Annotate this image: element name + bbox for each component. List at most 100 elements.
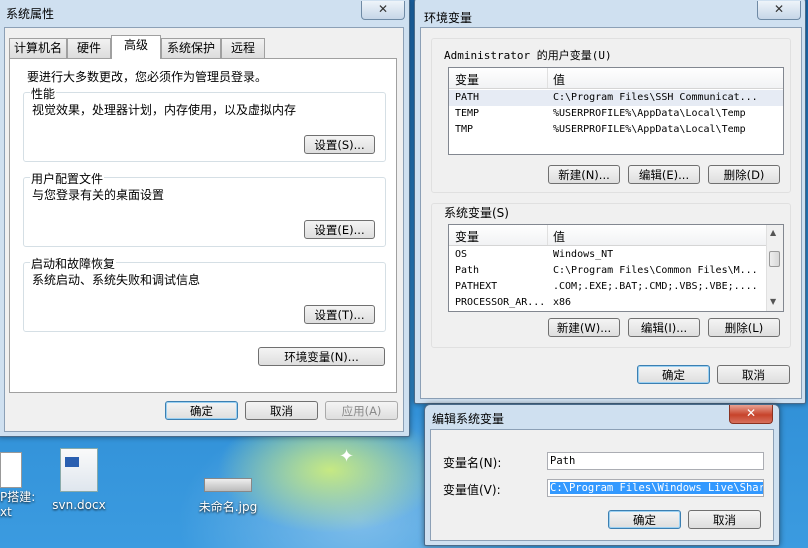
- cancel-button[interactable]: 取消: [717, 365, 790, 384]
- startup-recovery-group: 启动和故障恢复 系统启动、系统失败和调试信息 设置(T)...: [23, 255, 386, 332]
- variable-value-selected-text: C:\Program Files\Windows Live\Shared: [550, 482, 763, 494]
- column-header-variable[interactable]: 变量: [455, 71, 479, 88]
- column-header-value[interactable]: 值: [553, 71, 565, 88]
- window-title: 编辑系统变量: [432, 412, 505, 426]
- user-profiles-description: 与您登录有关的桌面设置: [32, 188, 165, 202]
- variable-value: C:\Program Files\Common Files\M...: [553, 265, 758, 276]
- tab-system-protection[interactable]: 系统保护: [161, 38, 221, 58]
- variable-name: PATHEXT: [455, 281, 498, 292]
- environment-variables-button[interactable]: 环境变量(N)...: [258, 347, 385, 366]
- user-profiles-settings-button[interactable]: 设置(E)...: [304, 220, 375, 239]
- window-title: 环境变量: [424, 11, 473, 25]
- edit-system-variable-body: 变量名(N): Path 变量值(V): C:\Program Files\Wi…: [430, 429, 774, 541]
- table-row[interactable]: PROCESSOR_AR... x86: [449, 295, 766, 311]
- system-delete-button[interactable]: 删除(L): [708, 318, 780, 337]
- desktop-icon-text-file[interactable]: P搭建: xt: [0, 452, 40, 519]
- close-button[interactable]: ✕: [361, 1, 405, 20]
- variable-name: TMP: [455, 124, 474, 135]
- cancel-button[interactable]: 取消: [245, 401, 318, 420]
- user-edit-button[interactable]: 编辑(E)...: [628, 165, 700, 184]
- variable-name-value: Path: [550, 455, 576, 467]
- performance-description: 视觉效果，处理器计划，内存使用，以及虚拟内存: [32, 103, 297, 117]
- variable-name: Path: [455, 265, 480, 276]
- performance-legend: 性能: [30, 85, 57, 102]
- table-row[interactable]: TMP %USERPROFILE%\AppData\Local\Temp: [449, 122, 783, 138]
- desktop-icon-svn-docx[interactable]: svn.docx: [44, 448, 114, 512]
- table-row[interactable]: Path C:\Program Files\Common Files\M...: [449, 263, 766, 279]
- window-title: 系统属性: [6, 7, 55, 21]
- variable-name: PROCESSOR_AR...: [455, 297, 546, 308]
- startup-recovery-settings-button[interactable]: 设置(T)...: [304, 305, 375, 324]
- user-new-button[interactable]: 新建(N)...: [548, 165, 620, 184]
- variable-name-input[interactable]: Path: [547, 452, 764, 470]
- user-profiles-legend: 用户配置文件: [30, 170, 105, 187]
- advanced-tab-page: 要进行大多数更改，您必须作为管理员登录。 性能 视觉效果，处理器计划，内存使用，…: [9, 58, 397, 393]
- environment-variables-body: Administrator 的用户变量(U) 变量 值 PATH C:\Prog…: [420, 27, 802, 399]
- startup-recovery-legend: 启动和故障恢复: [30, 255, 117, 272]
- desktop-icon-label: svn.docx: [52, 498, 106, 512]
- user-variables-label: Administrator 的用户变量(U): [444, 49, 612, 62]
- table-row[interactable]: TEMP %USERPROFILE%\AppData\Local\Temp: [449, 106, 783, 122]
- variable-value: .COM;.EXE;.BAT;.CMD;.VBS;.VBE;....: [553, 281, 758, 292]
- list-header: 变量 值: [449, 225, 766, 246]
- variable-name: OS: [455, 249, 468, 260]
- table-row[interactable]: PATH C:\Program Files\SSH Communicat...: [449, 90, 783, 106]
- column-header-value[interactable]: 值: [553, 228, 565, 245]
- sparkle-icon: ✦: [339, 446, 355, 467]
- scroll-up-icon[interactable]: ▲: [770, 228, 776, 237]
- file-icon: [0, 452, 22, 488]
- desktop-icon-jpg[interactable]: 未命名.jpg: [192, 478, 264, 515]
- tab-computer-name[interactable]: 计算机名: [9, 38, 67, 58]
- user-delete-button[interactable]: 删除(D): [708, 165, 780, 184]
- ok-button[interactable]: 确定: [637, 365, 710, 384]
- performance-group: 性能 视觉效果，处理器计划，内存使用，以及虚拟内存 设置(S)...: [23, 85, 386, 162]
- ok-button[interactable]: 确定: [608, 510, 681, 529]
- system-properties-body: 计算机名 硬件 高级 系统保护 远程 要进行大多数更改，您必须作为管理员登录。 …: [4, 27, 404, 432]
- variable-value: %USERPROFILE%\AppData\Local\Temp: [553, 124, 746, 135]
- system-variables-scrollbar[interactable]: ▲ ▼: [766, 225, 783, 311]
- variable-value: x86: [553, 297, 572, 308]
- system-variables-list[interactable]: 变量 值 OS Windows_NT Path C:\Program Files…: [448, 224, 784, 312]
- variable-name-label: 变量名(N):: [443, 456, 502, 470]
- admin-note: 要进行大多数更改，您必须作为管理员登录。: [27, 70, 268, 84]
- apply-button[interactable]: 应用(A): [325, 401, 398, 420]
- scroll-down-icon[interactable]: ▼: [770, 297, 776, 306]
- variable-name: PATH: [455, 92, 480, 103]
- column-header-variable[interactable]: 变量: [455, 228, 479, 245]
- user-variables-list[interactable]: 变量 值 PATH C:\Program Files\SSH Communica…: [448, 67, 784, 155]
- system-new-button[interactable]: 新建(W)...: [548, 318, 620, 337]
- system-properties-window: 系统属性 ✕ 计算机名 硬件 高级 系统保护 远程 要进行大多数更改，您必须作为…: [0, 0, 410, 437]
- performance-settings-button[interactable]: 设置(S)...: [304, 135, 375, 154]
- environment-variables-window: 环境变量 ✕ Administrator 的用户变量(U) 变量 值 PATH …: [414, 0, 806, 404]
- desktop-icon-label: P搭建:: [0, 490, 36, 504]
- tab-hardware[interactable]: 硬件: [67, 38, 111, 58]
- variable-value: C:\Program Files\SSH Communicat...: [553, 92, 758, 103]
- ok-button[interactable]: 确定: [165, 401, 238, 420]
- user-variables-group: Administrator 的用户变量(U) 变量 值 PATH C:\Prog…: [431, 38, 791, 193]
- startup-recovery-description: 系统启动、系统失败和调试信息: [32, 273, 201, 287]
- close-button[interactable]: ✕: [757, 1, 801, 20]
- variable-value-input[interactable]: C:\Program Files\Windows Live\Shared: [547, 479, 764, 497]
- tab-advanced[interactable]: 高级: [111, 35, 161, 59]
- variable-value: Windows_NT: [553, 249, 614, 260]
- close-icon: ✕: [745, 406, 757, 420]
- variable-value-label: 变量值(V):: [443, 483, 501, 497]
- close-icon: ✕: [377, 2, 389, 16]
- scrollbar-thumb[interactable]: [769, 251, 780, 267]
- list-header: 变量 值: [449, 68, 783, 89]
- close-icon: ✕: [773, 2, 785, 16]
- system-variables-label: 系统变量(S): [444, 206, 509, 220]
- table-row[interactable]: OS Windows_NT: [449, 247, 766, 263]
- close-button[interactable]: ✕: [729, 405, 773, 424]
- variable-value: %USERPROFILE%\AppData\Local\Temp: [553, 108, 746, 119]
- desktop-icon-label: xt: [0, 505, 12, 519]
- user-profiles-group: 用户配置文件 与您登录有关的桌面设置 设置(E)...: [23, 170, 386, 247]
- table-row[interactable]: PATHEXT .COM;.EXE;.BAT;.CMD;.VBS;.VBE;..…: [449, 279, 766, 295]
- image-file-icon: [204, 478, 252, 492]
- word-document-icon: [60, 448, 98, 492]
- cancel-button[interactable]: 取消: [688, 510, 761, 529]
- desktop-icon-label: 未命名.jpg: [198, 500, 258, 514]
- system-edit-button[interactable]: 编辑(I)...: [628, 318, 700, 337]
- tab-remote[interactable]: 远程: [221, 38, 265, 58]
- edit-system-variable-window: 编辑系统变量 ✕ 变量名(N): Path 变量值(V): C:\Program…: [424, 404, 780, 546]
